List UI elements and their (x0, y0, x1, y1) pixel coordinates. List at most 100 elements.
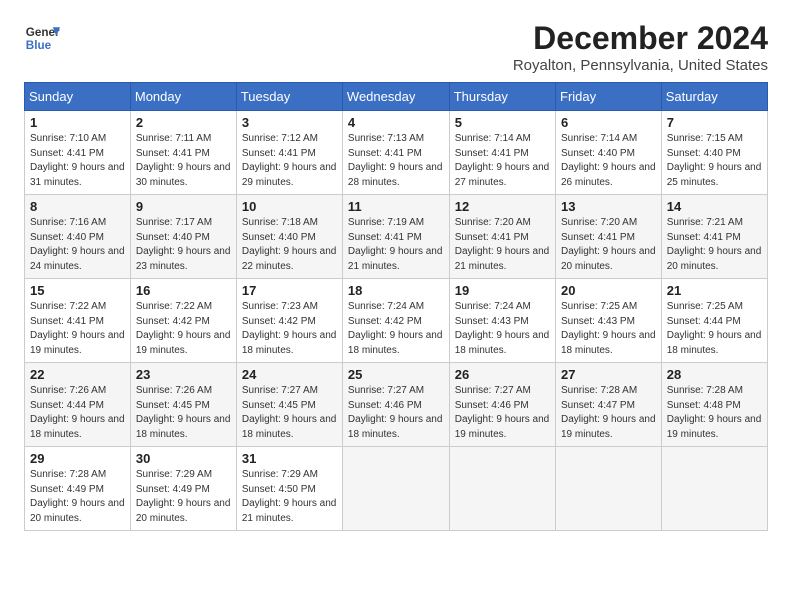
day-number: 17 (242, 283, 337, 298)
day-detail: Sunrise: 7:12 AMSunset: 4:41 PMDaylight:… (242, 133, 337, 188)
day-detail: Sunrise: 7:15 AMSunset: 4:40 PMDaylight:… (667, 133, 762, 188)
weekday-header-thursday: Thursday (449, 83, 555, 111)
calendar-day-cell: 14 Sunrise: 7:21 AMSunset: 4:41 PMDaylig… (661, 195, 767, 279)
calendar-day-cell: 25 Sunrise: 7:27 AMSunset: 4:46 PMDaylig… (342, 363, 449, 447)
day-number: 1 (30, 115, 125, 130)
calendar-day-cell: 9 Sunrise: 7:17 AMSunset: 4:40 PMDayligh… (130, 195, 236, 279)
calendar-day-cell: 29 Sunrise: 7:28 AMSunset: 4:49 PMDaylig… (25, 447, 131, 531)
logo: General Blue (24, 20, 60, 56)
calendar-day-cell: 24 Sunrise: 7:27 AMSunset: 4:45 PMDaylig… (236, 363, 342, 447)
day-detail: Sunrise: 7:22 AMSunset: 4:41 PMDaylight:… (30, 301, 125, 356)
weekday-header-saturday: Saturday (661, 83, 767, 111)
calendar-day-cell (449, 447, 555, 531)
day-detail: Sunrise: 7:29 AMSunset: 4:49 PMDaylight:… (136, 469, 231, 524)
calendar-day-cell: 20 Sunrise: 7:25 AMSunset: 4:43 PMDaylig… (556, 279, 662, 363)
calendar-week-row: 22 Sunrise: 7:26 AMSunset: 4:44 PMDaylig… (25, 363, 768, 447)
svg-text:Blue: Blue (26, 39, 52, 52)
calendar-day-cell: 21 Sunrise: 7:25 AMSunset: 4:44 PMDaylig… (661, 279, 767, 363)
day-number: 19 (455, 283, 550, 298)
day-detail: Sunrise: 7:13 AMSunset: 4:41 PMDaylight:… (348, 133, 443, 188)
calendar-day-cell (661, 447, 767, 531)
calendar-day-cell: 7 Sunrise: 7:15 AMSunset: 4:40 PMDayligh… (661, 111, 767, 195)
calendar-day-cell: 18 Sunrise: 7:24 AMSunset: 4:42 PMDaylig… (342, 279, 449, 363)
day-detail: Sunrise: 7:26 AMSunset: 4:45 PMDaylight:… (136, 385, 231, 440)
calendar-day-cell: 2 Sunrise: 7:11 AMSunset: 4:41 PMDayligh… (130, 111, 236, 195)
header: General Blue December 2024 Royalton, Pen… (24, 20, 768, 74)
day-detail: Sunrise: 7:16 AMSunset: 4:40 PMDaylight:… (30, 217, 125, 272)
day-number: 8 (30, 199, 125, 214)
day-number: 2 (136, 115, 231, 130)
calendar-day-cell: 19 Sunrise: 7:24 AMSunset: 4:43 PMDaylig… (449, 279, 555, 363)
logo-icon: General Blue (24, 20, 60, 56)
day-detail: Sunrise: 7:20 AMSunset: 4:41 PMDaylight:… (561, 217, 656, 272)
day-detail: Sunrise: 7:28 AMSunset: 4:49 PMDaylight:… (30, 469, 125, 524)
day-number: 10 (242, 199, 337, 214)
calendar-day-cell: 5 Sunrise: 7:14 AMSunset: 4:41 PMDayligh… (449, 111, 555, 195)
calendar-table: SundayMondayTuesdayWednesdayThursdayFrid… (24, 82, 768, 531)
calendar-day-cell: 17 Sunrise: 7:23 AMSunset: 4:42 PMDaylig… (236, 279, 342, 363)
month-title: December 2024 (513, 20, 768, 57)
calendar-week-row: 8 Sunrise: 7:16 AMSunset: 4:40 PMDayligh… (25, 195, 768, 279)
calendar-header-row: SundayMondayTuesdayWednesdayThursdayFrid… (25, 83, 768, 111)
day-detail: Sunrise: 7:27 AMSunset: 4:46 PMDaylight:… (348, 385, 443, 440)
day-detail: Sunrise: 7:10 AMSunset: 4:41 PMDaylight:… (30, 133, 125, 188)
day-detail: Sunrise: 7:23 AMSunset: 4:42 PMDaylight:… (242, 301, 337, 356)
calendar-day-cell: 6 Sunrise: 7:14 AMSunset: 4:40 PMDayligh… (556, 111, 662, 195)
day-detail: Sunrise: 7:11 AMSunset: 4:41 PMDaylight:… (136, 133, 231, 188)
calendar-day-cell: 27 Sunrise: 7:28 AMSunset: 4:47 PMDaylig… (556, 363, 662, 447)
day-detail: Sunrise: 7:17 AMSunset: 4:40 PMDaylight:… (136, 217, 231, 272)
day-number: 11 (348, 199, 444, 214)
weekday-header-sunday: Sunday (25, 83, 131, 111)
location-title: Royalton, Pennsylvania, United States (513, 57, 768, 74)
weekday-header-wednesday: Wednesday (342, 83, 449, 111)
day-detail: Sunrise: 7:14 AMSunset: 4:41 PMDaylight:… (455, 133, 550, 188)
day-detail: Sunrise: 7:29 AMSunset: 4:50 PMDaylight:… (242, 469, 337, 524)
calendar-day-cell: 23 Sunrise: 7:26 AMSunset: 4:45 PMDaylig… (130, 363, 236, 447)
calendar-week-row: 1 Sunrise: 7:10 AMSunset: 4:41 PMDayligh… (25, 111, 768, 195)
day-detail: Sunrise: 7:21 AMSunset: 4:41 PMDaylight:… (667, 217, 762, 272)
calendar-day-cell: 3 Sunrise: 7:12 AMSunset: 4:41 PMDayligh… (236, 111, 342, 195)
day-number: 20 (561, 283, 656, 298)
calendar-day-cell: 28 Sunrise: 7:28 AMSunset: 4:48 PMDaylig… (661, 363, 767, 447)
day-number: 3 (242, 115, 337, 130)
title-area: December 2024 Royalton, Pennsylvania, Un… (513, 20, 768, 74)
weekday-header-friday: Friday (556, 83, 662, 111)
calendar-day-cell: 16 Sunrise: 7:22 AMSunset: 4:42 PMDaylig… (130, 279, 236, 363)
day-number: 29 (30, 451, 125, 466)
day-number: 23 (136, 367, 231, 382)
weekday-header-tuesday: Tuesday (236, 83, 342, 111)
day-detail: Sunrise: 7:24 AMSunset: 4:43 PMDaylight:… (455, 301, 550, 356)
calendar-week-row: 15 Sunrise: 7:22 AMSunset: 4:41 PMDaylig… (25, 279, 768, 363)
day-number: 31 (242, 451, 337, 466)
calendar-day-cell: 8 Sunrise: 7:16 AMSunset: 4:40 PMDayligh… (25, 195, 131, 279)
calendar-day-cell: 4 Sunrise: 7:13 AMSunset: 4:41 PMDayligh… (342, 111, 449, 195)
day-number: 30 (136, 451, 231, 466)
day-number: 14 (667, 199, 762, 214)
day-detail: Sunrise: 7:24 AMSunset: 4:42 PMDaylight:… (348, 301, 443, 356)
calendar-day-cell: 22 Sunrise: 7:26 AMSunset: 4:44 PMDaylig… (25, 363, 131, 447)
day-number: 9 (136, 199, 231, 214)
day-detail: Sunrise: 7:25 AMSunset: 4:43 PMDaylight:… (561, 301, 656, 356)
day-detail: Sunrise: 7:19 AMSunset: 4:41 PMDaylight:… (348, 217, 443, 272)
calendar-day-cell: 12 Sunrise: 7:20 AMSunset: 4:41 PMDaylig… (449, 195, 555, 279)
calendar-body: 1 Sunrise: 7:10 AMSunset: 4:41 PMDayligh… (25, 111, 768, 531)
day-detail: Sunrise: 7:22 AMSunset: 4:42 PMDaylight:… (136, 301, 231, 356)
calendar-day-cell: 13 Sunrise: 7:20 AMSunset: 4:41 PMDaylig… (556, 195, 662, 279)
day-number: 15 (30, 283, 125, 298)
day-detail: Sunrise: 7:14 AMSunset: 4:40 PMDaylight:… (561, 133, 656, 188)
day-detail: Sunrise: 7:26 AMSunset: 4:44 PMDaylight:… (30, 385, 125, 440)
calendar-day-cell: 1 Sunrise: 7:10 AMSunset: 4:41 PMDayligh… (25, 111, 131, 195)
weekday-header-monday: Monday (130, 83, 236, 111)
day-number: 28 (667, 367, 762, 382)
calendar-day-cell: 30 Sunrise: 7:29 AMSunset: 4:49 PMDaylig… (130, 447, 236, 531)
calendar-day-cell: 10 Sunrise: 7:18 AMSunset: 4:40 PMDaylig… (236, 195, 342, 279)
calendar-day-cell (342, 447, 449, 531)
day-number: 22 (30, 367, 125, 382)
day-number: 18 (348, 283, 444, 298)
day-number: 21 (667, 283, 762, 298)
day-detail: Sunrise: 7:25 AMSunset: 4:44 PMDaylight:… (667, 301, 762, 356)
calendar-day-cell: 26 Sunrise: 7:27 AMSunset: 4:46 PMDaylig… (449, 363, 555, 447)
calendar-week-row: 29 Sunrise: 7:28 AMSunset: 4:49 PMDaylig… (25, 447, 768, 531)
day-number: 25 (348, 367, 444, 382)
day-detail: Sunrise: 7:28 AMSunset: 4:48 PMDaylight:… (667, 385, 762, 440)
